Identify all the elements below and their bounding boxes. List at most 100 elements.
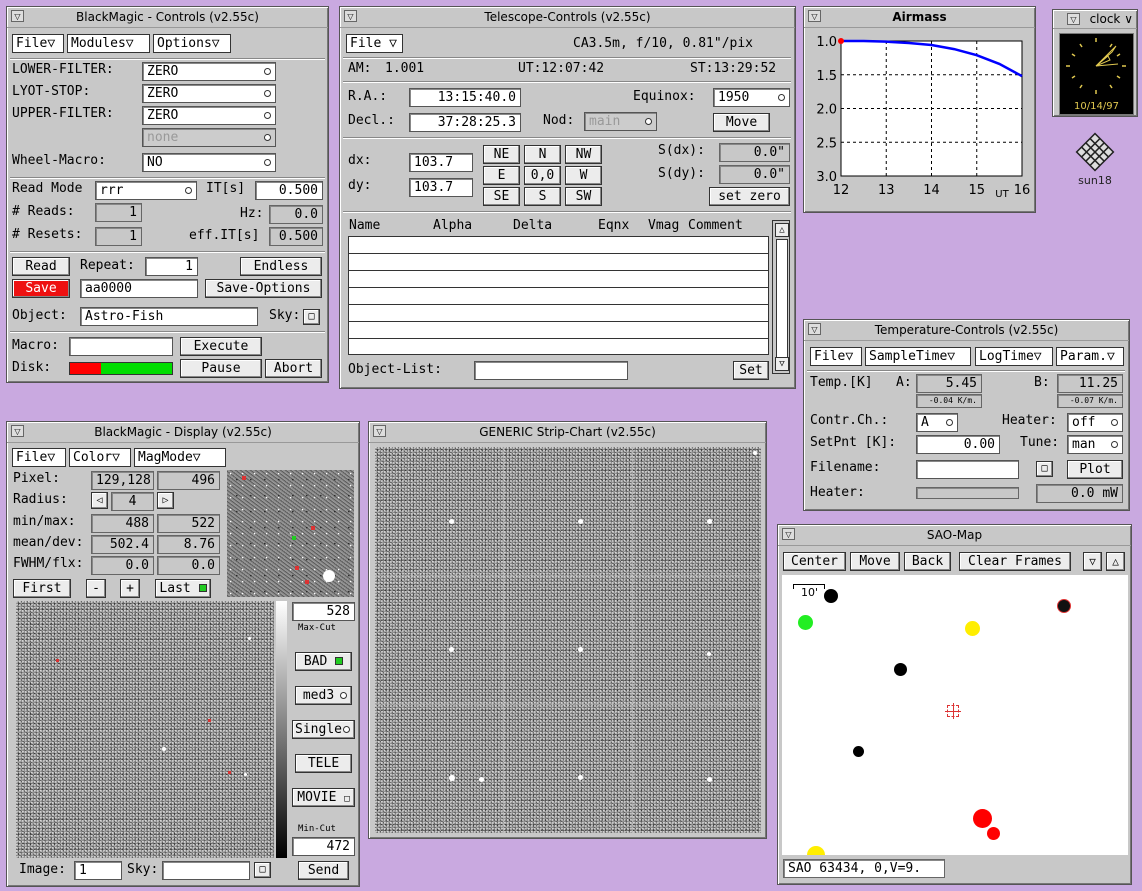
catalog-star[interactable] bbox=[894, 663, 907, 676]
display-file-menu[interactable]: File▽ bbox=[12, 448, 66, 467]
zoom-view[interactable] bbox=[227, 470, 354, 597]
wheel-macro-select[interactable]: NO bbox=[142, 153, 276, 172]
temp-file-menu[interactable]: File▽ bbox=[810, 347, 862, 366]
read-mode-select[interactable]: rrr bbox=[95, 181, 197, 200]
sky-checkbox[interactable]: □ bbox=[303, 309, 320, 325]
scroll-thumb[interactable] bbox=[776, 239, 788, 359]
window-menu-icon[interactable]: ▽ bbox=[808, 10, 821, 22]
minus-button[interactable]: - bbox=[86, 579, 106, 598]
min-cut-input[interactable]: 472 bbox=[292, 837, 355, 856]
display-titlebar[interactable]: ▽ BlackMagic - Display (v2.55c) bbox=[7, 422, 359, 443]
sun-host-icon[interactable]: sun18 bbox=[1070, 130, 1120, 190]
save-options-button[interactable]: Save-Options bbox=[205, 279, 322, 298]
display-magmode-menu[interactable]: MagMode▽ bbox=[134, 448, 226, 467]
radius-decrease-icon[interactable]: ◁ bbox=[91, 492, 108, 509]
telescope-file-menu[interactable]: File ▽ bbox=[346, 34, 403, 53]
object-list-input[interactable] bbox=[474, 361, 628, 380]
window-menu-icon[interactable]: ▽ bbox=[373, 425, 386, 437]
zoom-in-icon[interactable]: △ bbox=[1106, 552, 1125, 571]
image-input[interactable]: 1 bbox=[74, 861, 122, 880]
sao-move-button[interactable]: Move bbox=[850, 552, 900, 571]
movie-button[interactable]: MOVIE □ bbox=[292, 788, 355, 807]
pad-sw-button[interactable]: SW bbox=[565, 187, 602, 206]
window-menu-icon[interactable]: ▽ bbox=[11, 10, 24, 22]
display-sky-input[interactable] bbox=[162, 861, 250, 880]
controls-file-menu[interactable]: File▽ bbox=[12, 34, 64, 53]
colorbar[interactable] bbox=[276, 601, 287, 858]
airmass-titlebar[interactable]: ▽ Airmass bbox=[804, 7, 1035, 28]
window-menu-icon[interactable]: ▽ bbox=[11, 425, 24, 437]
pad-n-button[interactable]: N bbox=[524, 145, 561, 164]
temperature-titlebar[interactable]: ▽ Temperature-Controls (v2.55c) bbox=[804, 320, 1129, 341]
catalog-star[interactable] bbox=[965, 621, 980, 636]
pad-nw-button[interactable]: NW bbox=[565, 145, 602, 164]
back-button[interactable]: Back bbox=[904, 552, 951, 571]
contr-select[interactable]: A bbox=[916, 413, 958, 432]
scroll-up-icon[interactable]: △ bbox=[775, 223, 789, 237]
endless-button[interactable]: Endless bbox=[240, 257, 322, 276]
strip-chart-titlebar[interactable]: ▽ GENERIC Strip-Chart (v2.55c) bbox=[369, 422, 766, 443]
scroll-down-icon[interactable]: ▽ bbox=[775, 357, 789, 371]
filename-input[interactable]: aa0000 bbox=[80, 279, 198, 298]
set-zero-button[interactable]: set zero bbox=[709, 187, 790, 206]
bad-button[interactable]: BAD bbox=[295, 652, 352, 671]
first-button[interactable]: First bbox=[13, 579, 71, 598]
read-button[interactable]: Read bbox=[12, 257, 70, 276]
pad-e-button[interactable]: E bbox=[483, 166, 520, 185]
nod-select[interactable]: main bbox=[584, 112, 657, 131]
it-input[interactable]: 0.500 bbox=[255, 181, 323, 200]
sao-titlebar[interactable]: ▽ SAO-Map bbox=[778, 525, 1131, 546]
temp-sampletime-menu[interactable]: SampleTime▽ bbox=[865, 347, 971, 366]
reads-value[interactable]: 1 bbox=[95, 203, 142, 222]
move-button[interactable]: Move bbox=[713, 113, 770, 132]
save-button[interactable]: Save bbox=[12, 279, 70, 298]
macro-input[interactable] bbox=[69, 337, 173, 356]
controls-modules-menu[interactable]: Modules▽ bbox=[67, 34, 150, 53]
lower-filter-select[interactable]: ZERO bbox=[142, 62, 276, 81]
equinox-select[interactable]: 1950 bbox=[713, 88, 790, 107]
image-view[interactable] bbox=[16, 601, 274, 858]
dy-input[interactable]: 103.7 bbox=[409, 178, 473, 197]
telescope-titlebar[interactable]: ▽ Telescope-Controls (v2.55c) bbox=[340, 7, 795, 28]
display-sky-checkbox[interactable]: □ bbox=[254, 862, 271, 878]
abort-button[interactable]: Abort bbox=[265, 359, 322, 378]
tune-select[interactable]: man bbox=[1067, 435, 1123, 454]
window-menu-icon[interactable]: ▽ bbox=[782, 528, 795, 540]
center-button[interactable]: Center bbox=[783, 552, 846, 571]
set-button[interactable]: Set bbox=[733, 361, 769, 380]
catalog-star[interactable] bbox=[1057, 599, 1071, 613]
controls-options-menu[interactable]: Options▽ bbox=[153, 34, 231, 53]
temp-log-checkbox[interactable]: □ bbox=[1036, 461, 1053, 477]
sao-map-canvas[interactable]: 10' bbox=[782, 575, 1128, 855]
catalog-star[interactable] bbox=[798, 615, 813, 630]
send-button[interactable]: Send bbox=[298, 861, 349, 880]
last-button[interactable]: Last bbox=[155, 579, 211, 598]
catalog-star[interactable] bbox=[987, 827, 1000, 840]
object-input[interactable]: Astro-Fish bbox=[80, 307, 258, 326]
window-menu-icon[interactable]: ▽ bbox=[344, 10, 357, 22]
clear-frames-button[interactable]: Clear Frames bbox=[959, 552, 1071, 571]
upper-filter-select[interactable]: ZERO bbox=[142, 106, 276, 125]
temp-filename-input[interactable] bbox=[916, 460, 1019, 479]
pause-button[interactable]: Pause bbox=[180, 359, 262, 378]
window-menu-icon[interactable]: ▽ bbox=[808, 323, 821, 335]
setpnt-input[interactable]: 0.00 bbox=[916, 435, 1000, 454]
display-color-menu[interactable]: Color▽ bbox=[69, 448, 131, 467]
pad-center-button[interactable]: 0,0 bbox=[524, 166, 561, 185]
plus-button[interactable]: + bbox=[120, 579, 140, 598]
temp-logtime-menu[interactable]: LogTime▽ bbox=[975, 347, 1053, 366]
decl-input[interactable]: 37:28:25.3 bbox=[409, 113, 521, 132]
execute-button[interactable]: Execute bbox=[180, 337, 262, 356]
temp-param-menu[interactable]: Param.▽ bbox=[1056, 347, 1124, 366]
catalog-star[interactable] bbox=[824, 589, 838, 603]
tele-button[interactable]: TELE bbox=[295, 754, 352, 773]
controls-titlebar[interactable]: ▽ BlackMagic - Controls (v2.55c) bbox=[7, 7, 328, 28]
lyot-stop-select[interactable]: ZERO bbox=[142, 84, 276, 103]
clock-titlebar[interactable]: ▽ clock ∨ bbox=[1053, 10, 1137, 29]
single-select[interactable]: Single bbox=[292, 720, 355, 739]
catalog-star[interactable] bbox=[973, 809, 992, 828]
resets-value[interactable]: 1 bbox=[95, 227, 142, 246]
pad-s-button[interactable]: S bbox=[524, 187, 561, 206]
catalog-star[interactable] bbox=[807, 846, 825, 855]
dx-input[interactable]: 103.7 bbox=[409, 153, 473, 172]
